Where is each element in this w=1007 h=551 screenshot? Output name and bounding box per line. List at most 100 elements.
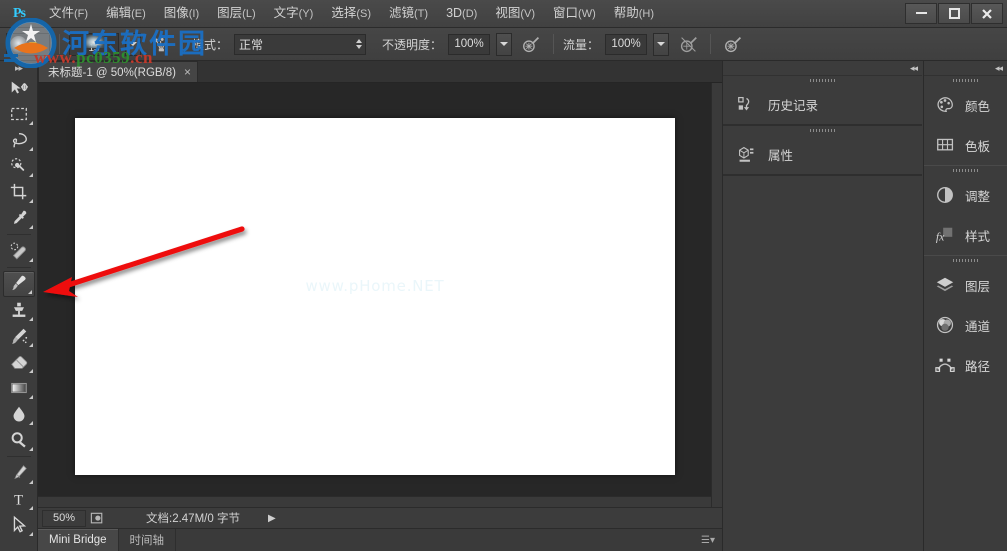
move-tool[interactable]	[3, 75, 35, 101]
tool-preset-picker[interactable]	[6, 32, 50, 56]
panel-drag-grip[interactable]	[924, 256, 1007, 265]
lasso-icon	[12, 132, 27, 148]
adjustments-halfcircle-icon	[934, 184, 956, 206]
history-panel-icon	[735, 94, 757, 116]
menu-item-4[interactable]: 文字(Y)	[265, 3, 323, 24]
menu-item-9[interactable]: 窗口(W)	[544, 3, 605, 24]
document-tab-title: 未标题-1 @ 50%(RGB/8)	[48, 67, 176, 79]
panel-item-swatches[interactable]: 色板	[924, 125, 1007, 165]
bottom-tab-1[interactable]: 时间轴	[119, 529, 177, 551]
menu-item-3[interactable]: 图层(L)	[208, 3, 264, 24]
gradient-tool[interactable]	[3, 375, 35, 401]
maximize-button[interactable]	[938, 3, 970, 24]
panel-item-styles[interactable]: fx 样式	[924, 215, 1007, 255]
brush-size-picker[interactable]: 13	[69, 32, 119, 56]
lasso-tool[interactable]	[3, 127, 35, 153]
close-button[interactable]	[971, 3, 1003, 24]
airbrush-icon[interactable]	[675, 32, 701, 56]
middle-dock-collapse-button[interactable]: ◂◂	[723, 61, 922, 76]
menu-item-0[interactable]: 文件(F)	[40, 3, 97, 24]
menu-item-10[interactable]: 帮助(H)	[605, 3, 663, 24]
document-tab[interactable]: 未标题-1 @ 50%(RGB/8) ×	[38, 61, 198, 82]
vertical-scrollbar[interactable]	[711, 83, 722, 507]
panel-item-properties[interactable]: 属性	[723, 135, 922, 175]
menu-item-2[interactable]: 图像(I)	[155, 3, 208, 24]
history-brush-tool[interactable]	[3, 323, 35, 349]
panel-menu-icon[interactable]: ☰▾	[701, 529, 722, 551]
panel-item-color[interactable]: 颜色	[924, 85, 1007, 125]
opacity-value[interactable]: 100%	[448, 33, 491, 55]
status-expand-icon[interactable]: ▶	[268, 513, 276, 524]
menu-item-label: 选择	[331, 6, 357, 20]
tool-flyout-indicator-icon	[27, 290, 32, 294]
document-tab-bar: 未标题-1 @ 50%(RGB/8) ×	[38, 61, 722, 83]
panel-label: 通道	[965, 319, 991, 334]
blend-mode-select[interactable]: 正常	[234, 33, 367, 55]
menu-item-8[interactable]: 视图(V)	[486, 3, 544, 24]
photoshop-logo: Ps	[13, 5, 26, 21]
eyedropper-tool[interactable]	[3, 205, 35, 231]
tool-flyout-indicator-icon	[28, 447, 33, 451]
horizontal-scrollbar[interactable]	[38, 496, 711, 507]
tool-flyout-indicator-icon	[28, 395, 33, 399]
canvas-area[interactable]: www.pHome.NET	[38, 83, 722, 507]
divider	[59, 34, 60, 54]
swatches-grid-icon	[934, 134, 956, 156]
panel-label: 调整	[965, 189, 991, 204]
panel-item-adjustments[interactable]: 调整	[924, 175, 1007, 215]
history-brush-icon	[11, 328, 27, 344]
dodge-tool[interactable]	[3, 427, 35, 453]
tool-flyout-indicator-icon	[28, 480, 33, 484]
panel-item-channels[interactable]: 通道	[924, 305, 1007, 345]
flow-dropdown[interactable]	[653, 32, 670, 56]
brush-picker-dropdown[interactable]	[125, 32, 141, 56]
brush-tool[interactable]	[2, 271, 35, 297]
menu-item-1[interactable]: 编辑(E)	[97, 3, 155, 24]
flow-label: 流量：	[563, 37, 600, 52]
zoom-level-field[interactable]: 50%	[42, 509, 86, 527]
panel-item-layers[interactable]: 图层	[924, 265, 1007, 305]
menu-item-5[interactable]: 选择(S)	[322, 3, 380, 24]
pressure-opacity-icon[interactable]	[518, 32, 544, 56]
pen-tool[interactable]	[3, 460, 35, 486]
panel-drag-grip[interactable]	[723, 126, 922, 135]
crop-tool[interactable]	[3, 179, 35, 205]
panel-item-paths[interactable]: 路径	[924, 345, 1007, 385]
brush-panel-toggle[interactable]	[147, 32, 173, 56]
panel-item-history[interactable]: 历史记录	[723, 85, 922, 125]
eraser-tool[interactable]	[3, 349, 35, 375]
divider	[182, 34, 183, 54]
blur-droplet-icon	[13, 406, 24, 422]
pressure-size-icon[interactable]	[720, 32, 746, 56]
close-icon[interactable]: ×	[184, 65, 191, 79]
blur-tool[interactable]	[3, 401, 35, 427]
panel-drag-grip[interactable]	[924, 76, 1007, 85]
healing-brush-tool[interactable]	[3, 238, 35, 264]
document-canvas[interactable]: www.pHome.NET	[75, 118, 675, 475]
tool-flyout-indicator-icon	[28, 317, 33, 321]
document-profile-icon[interactable]	[86, 510, 108, 527]
spinner-arrows-icon	[356, 39, 363, 49]
tool-flyout-indicator-icon	[28, 173, 33, 177]
panel-label: 路径	[965, 359, 991, 374]
menu-item-label: 编辑	[106, 6, 132, 20]
dock-group-layers: 图层 通道 路径	[924, 256, 1007, 385]
toolbar-collapse-button[interactable]: ▸▸	[0, 61, 37, 75]
right-dock-collapse-button[interactable]: ◂◂	[924, 61, 1007, 76]
tool-options-bar: 13 模式： 正常 不透明度： 100% 流量： 100%	[0, 28, 1007, 61]
menu-item-list: 文件(F) 编辑(E) 图像(I) 图层(L) 文字(Y) 选择(S) 滤镜(T) 3D(D)…	[40, 3, 663, 24]
bottom-tab-0[interactable]: Mini Bridge	[38, 529, 119, 551]
marquee-tool[interactable]	[3, 101, 35, 127]
menu-item-7[interactable]: 3D(D)	[437, 3, 486, 24]
opacity-dropdown[interactable]	[496, 32, 513, 56]
path-selection-tool[interactable]	[3, 512, 35, 538]
flow-value[interactable]: 100%	[605, 33, 648, 55]
panel-drag-grip[interactable]	[723, 76, 922, 85]
panel-drag-grip[interactable]	[924, 166, 1007, 175]
quick-selection-tool[interactable]	[3, 153, 35, 179]
clone-stamp-tool[interactable]	[3, 297, 35, 323]
bottom-panel-tabs: Mini Bridge 时间轴 ☰▾	[38, 528, 722, 551]
type-tool[interactable]: T	[3, 486, 35, 512]
menu-item-6[interactable]: 滤镜(T)	[380, 3, 437, 24]
minimize-button[interactable]	[905, 3, 937, 24]
